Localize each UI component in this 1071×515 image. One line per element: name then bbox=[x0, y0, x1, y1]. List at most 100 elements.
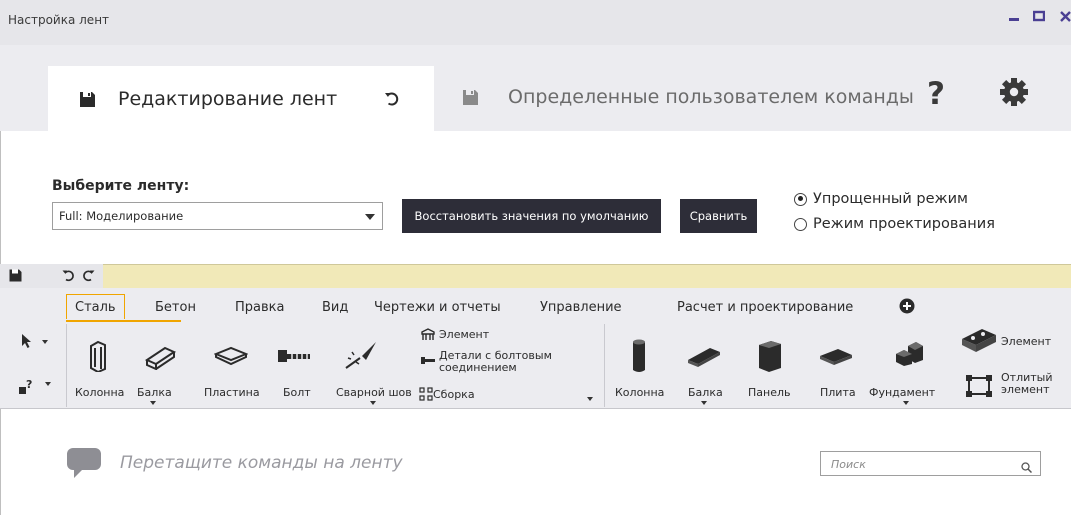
quick-access-icons-area bbox=[0, 264, 103, 288]
steel-element-button[interactable]: Элемент bbox=[417, 327, 527, 343]
concrete-cast-element-button[interactable]: Отлитый элемент bbox=[960, 368, 1060, 404]
cast-element-icon bbox=[965, 374, 993, 398]
save-icon bbox=[462, 89, 479, 106]
weld-icon bbox=[344, 340, 378, 370]
close-button[interactable] bbox=[1060, 10, 1071, 26]
concrete-panel-button[interactable]: Панель bbox=[744, 330, 796, 405]
command-label: Детали с болтовым соединением bbox=[439, 349, 552, 374]
save-icon bbox=[79, 91, 96, 108]
ribbon-tab-steel[interactable]: Сталь bbox=[66, 294, 125, 319]
ribbon-tab-bar: Сталь Бетон Правка Вид Чертежи и отчеты … bbox=[0, 288, 1071, 322]
query-icon: ? bbox=[18, 377, 38, 397]
svg-text:?: ? bbox=[26, 378, 32, 391]
save-icon[interactable] bbox=[9, 269, 22, 282]
window-title: Настройка лент bbox=[8, 13, 110, 27]
ribbon-tab-concrete[interactable]: Бетон bbox=[155, 300, 196, 315]
undo-icon[interactable] bbox=[62, 269, 76, 283]
steel-assembly-button[interactable]: Сборка bbox=[417, 386, 527, 402]
radio-simplified-mode[interactable]: Упрощенный режим bbox=[794, 191, 968, 207]
concrete-element-icon bbox=[960, 326, 998, 356]
search-icon[interactable] bbox=[1021, 458, 1033, 477]
add-tab-icon[interactable] bbox=[899, 298, 915, 314]
bolt-icon bbox=[278, 348, 312, 364]
command-label: Сборка bbox=[433, 388, 475, 401]
radio-selected-icon bbox=[794, 192, 807, 206]
close-icon bbox=[1060, 11, 1071, 22]
command-search[interactable] bbox=[820, 451, 1041, 476]
radio-label: Упрощенный режим bbox=[813, 191, 968, 207]
command-label: Элемент bbox=[439, 328, 490, 341]
pointer-icon bbox=[20, 333, 34, 349]
maximize-icon bbox=[1032, 10, 1046, 22]
quick-access-toolbar bbox=[0, 264, 1071, 288]
concrete-beam-button[interactable]: Балка bbox=[680, 330, 728, 405]
steel-column-icon bbox=[86, 340, 110, 372]
ribbon-tab-drawings-reports[interactable]: Чертежи и отчеты bbox=[374, 300, 501, 315]
command-label: Пластина bbox=[204, 386, 260, 399]
radio-unselected-icon bbox=[794, 217, 807, 231]
chevron-down-icon bbox=[42, 340, 48, 344]
tab-label: Редактирование лент bbox=[118, 88, 338, 110]
tab-ribbon-editing[interactable]: Редактирование лент bbox=[48, 66, 434, 132]
choose-ribbon-label: Выберите ленту: bbox=[52, 178, 190, 194]
tab-user-defined-commands[interactable]: Определенные пользователем команды bbox=[462, 86, 914, 108]
steel-beam-icon bbox=[143, 344, 177, 370]
steel-column-button[interactable]: Колонна bbox=[72, 330, 130, 405]
ribbon-tab-view[interactable]: Вид bbox=[322, 300, 348, 315]
ribbon-tab-analysis-design[interactable]: Расчет и проектирование bbox=[677, 300, 853, 315]
command-label: Балка bbox=[137, 386, 172, 399]
settings-gear-icon[interactable] bbox=[998, 76, 1030, 108]
concrete-panel-icon bbox=[756, 339, 784, 373]
steel-beam-button[interactable]: Балка bbox=[134, 330, 182, 405]
chevron-down-icon bbox=[150, 401, 156, 405]
steel-bolt-button[interactable]: Болт bbox=[270, 330, 320, 405]
steel-plate-button[interactable]: Пластина bbox=[200, 330, 262, 405]
chat-bubble-icon bbox=[66, 447, 102, 479]
radio-design-mode[interactable]: Режим проектирования bbox=[794, 216, 995, 232]
restore-defaults-button[interactable]: Восстановить значения по умолчанию bbox=[402, 199, 661, 233]
concrete-column-button[interactable]: Колонна bbox=[610, 330, 670, 405]
command-label: Колонна bbox=[75, 386, 125, 399]
foundation-icon bbox=[894, 340, 924, 366]
title-bar: Настройка лент bbox=[0, 0, 1071, 45]
command-label: Элемент bbox=[1001, 335, 1052, 348]
chevron-down-icon bbox=[370, 401, 376, 405]
concrete-slab-button[interactable]: Плита bbox=[812, 330, 864, 405]
chevron-down-icon bbox=[45, 382, 51, 386]
drop-hint-text: Перетащите команды на ленту bbox=[120, 453, 403, 473]
undo-icon[interactable] bbox=[384, 91, 400, 107]
maximize-button[interactable] bbox=[1032, 10, 1046, 26]
ribbon-tab-manage[interactable]: Управление bbox=[540, 300, 622, 315]
command-label: Колонна bbox=[615, 386, 665, 399]
radio-label: Режим проектирования bbox=[813, 216, 995, 232]
ribbon-select[interactable]: Full: Моделирование bbox=[52, 202, 383, 230]
select-tool-button[interactable] bbox=[20, 333, 56, 355]
svg-text:?: ? bbox=[927, 77, 945, 107]
select-filter-button[interactable]: ? bbox=[18, 377, 58, 401]
assembly-icon bbox=[419, 387, 433, 401]
command-label: Болт bbox=[283, 386, 311, 399]
redo-icon[interactable] bbox=[81, 269, 95, 283]
steel-group-expand-icon[interactable] bbox=[587, 397, 593, 401]
steel-weld-button[interactable]: Сварной шов bbox=[328, 330, 414, 405]
minimize-button[interactable] bbox=[1008, 10, 1020, 26]
command-label: Фундамент bbox=[869, 386, 936, 399]
command-label: Плита bbox=[820, 386, 856, 399]
concrete-foundation-button[interactable]: Фундамент bbox=[866, 330, 948, 405]
command-label: Панель bbox=[748, 386, 791, 399]
element-icon bbox=[421, 328, 435, 341]
concrete-slab-icon bbox=[818, 347, 854, 367]
ribbon-select-value: Full: Моделирование bbox=[59, 209, 184, 223]
chevron-down-icon bbox=[701, 401, 707, 405]
concrete-element-button[interactable]: Элемент bbox=[960, 326, 1060, 360]
ribbon-separator bbox=[66, 324, 67, 407]
ribbon-tab-edit[interactable]: Правка bbox=[235, 300, 284, 315]
bolted-details-icon bbox=[421, 355, 435, 365]
search-input[interactable] bbox=[829, 455, 1013, 474]
chevron-down-icon bbox=[903, 401, 909, 405]
steel-bolted-details-button[interactable]: Детали с болтовым соединением bbox=[417, 349, 582, 379]
tab-label: Определенные пользователем команды bbox=[508, 86, 914, 108]
help-icon[interactable]: ? bbox=[925, 77, 951, 107]
compare-button[interactable]: Сравнить bbox=[680, 199, 757, 233]
command-label: Балка bbox=[688, 386, 723, 399]
